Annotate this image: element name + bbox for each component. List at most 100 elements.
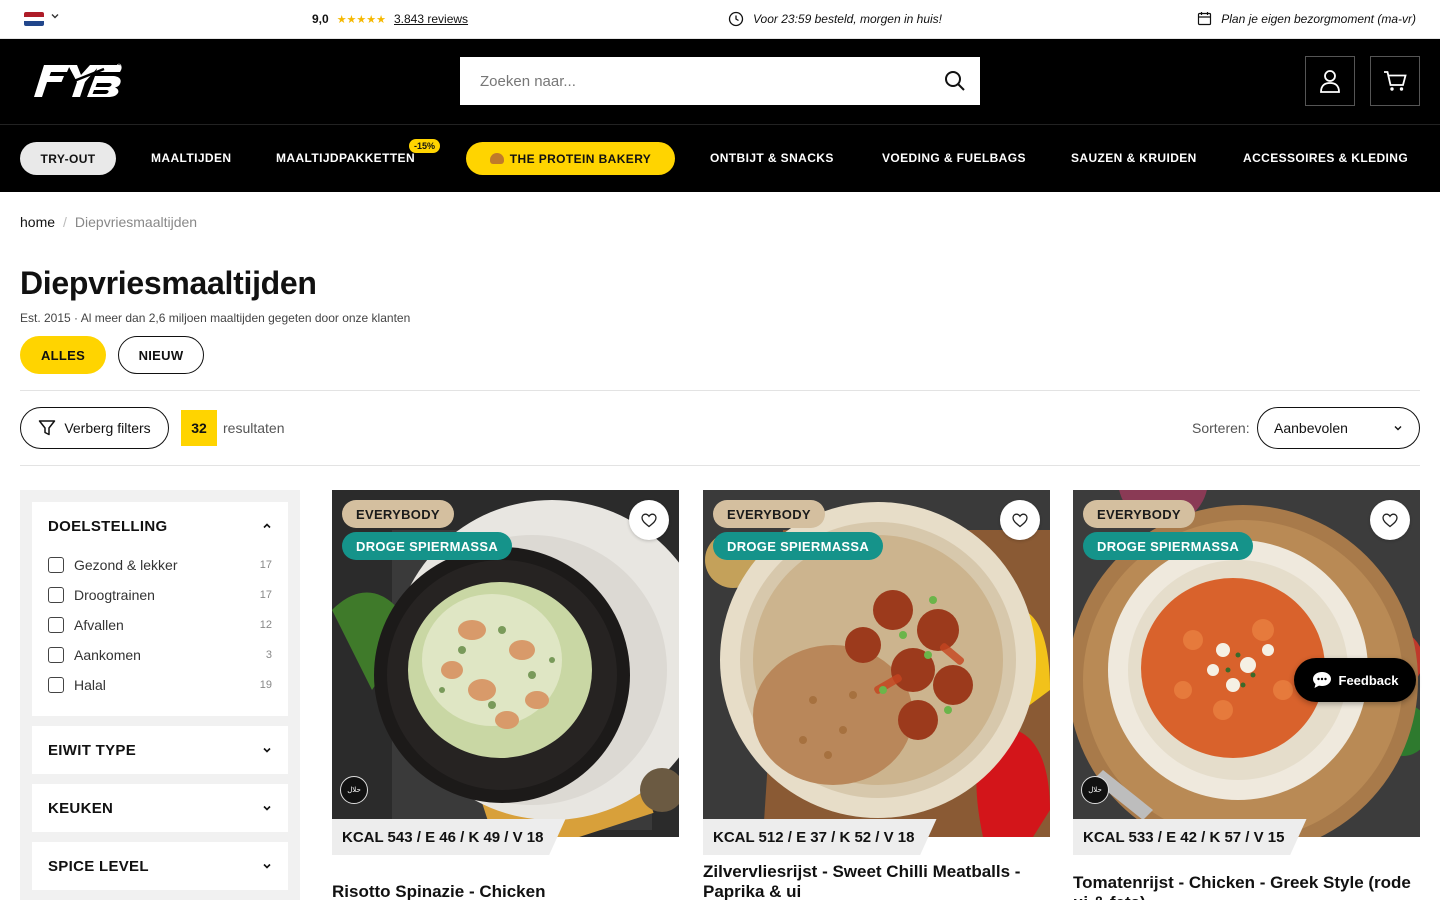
- checkbox[interactable]: [48, 557, 64, 573]
- rating-stars: ★★★★★: [336, 13, 386, 26]
- filter-sidebar: DOELSTELLING Gezond & lekker 17 Droogtra…: [20, 490, 300, 900]
- filter-title: SPICE LEVEL: [48, 857, 149, 875]
- filter-option-gezond[interactable]: Gezond & lekker 17: [48, 550, 272, 580]
- chat-icon: [1312, 672, 1331, 688]
- product-title[interactable]: Risotto Spinazie - Chicken: [332, 882, 679, 900]
- delivery-notice: Voor 23:59 besteld, morgen in huis!: [728, 11, 942, 27]
- result-count: 32: [181, 410, 217, 446]
- filter-option-count: 17: [259, 589, 272, 601]
- nav-protein-bakery-label: THE PROTEIN BAKERY: [509, 151, 652, 166]
- product-card[interactable]: EVERYBODY DROGE SPIERMASSA حلال KCAL 543…: [332, 490, 679, 900]
- breadcrumb-separator: /: [63, 214, 67, 230]
- result-label: resultaten: [223, 420, 285, 436]
- hide-filters-label: Verberg filters: [64, 420, 151, 436]
- bread-icon: [489, 153, 504, 164]
- top-info-bar: 9,0 ★★★★★ 3.843 reviews Voor 23:59 beste…: [0, 0, 1440, 39]
- tag-everybody: EVERYBODY: [1083, 500, 1195, 528]
- filter-panel-doelstelling: DOELSTELLING Gezond & lekker 17 Droogtra…: [32, 502, 288, 716]
- divider: [20, 390, 1420, 391]
- plan-delivery[interactable]: Plan je eigen bezorgmoment (ma-vr): [1197, 11, 1416, 26]
- breadcrumb-current: Diepvriesmaaltijden: [74, 214, 198, 230]
- heart-icon: [1382, 513, 1398, 527]
- filter-option-count: 17: [259, 559, 272, 571]
- filter-option-label: Aankomen: [74, 647, 141, 663]
- filter-option-count: 12: [259, 619, 272, 631]
- product-image[interactable]: EVERYBODY DROGE SPIERMASSA حلال: [332, 490, 679, 837]
- breadcrumb-home[interactable]: home: [20, 214, 55, 230]
- rating: 9,0 ★★★★★ 3.843 reviews: [312, 12, 468, 26]
- calendar-icon: [1198, 12, 1212, 26]
- chevron-down-icon: [263, 863, 271, 869]
- feedback-button[interactable]: Feedback: [1294, 658, 1416, 702]
- product-title[interactable]: Tomatenrijst - Chicken - Greek Style (ro…: [1073, 873, 1420, 900]
- nav-accessoires-kleding[interactable]: ACCESSOIRES & KLEDING: [1243, 151, 1408, 165]
- nav-maaltijdpakketten[interactable]: MAALTIJDPAKKETTEN: [276, 151, 415, 165]
- filter-panel-spice: SPICE LEVEL: [32, 842, 288, 890]
- search-input[interactable]: [460, 57, 930, 105]
- page-subtitle: Est. 2015 · Al meer dan 2,6 miljoen maal…: [20, 311, 411, 325]
- nav-tryout[interactable]: TRY-OUT: [20, 142, 116, 175]
- chevron-down-icon[interactable]: [50, 11, 60, 21]
- cart-button[interactable]: [1370, 56, 1420, 106]
- discount-badge: -15%: [409, 139, 441, 153]
- clock-icon: [728, 11, 744, 27]
- favorite-button[interactable]: [1370, 500, 1410, 540]
- chip-nieuw[interactable]: NIEUW: [118, 336, 204, 374]
- favorite-button[interactable]: [1000, 500, 1040, 540]
- tag-droge-spiermassa: DROGE SPIERMASSA: [713, 532, 884, 560]
- filter-option-label: Gezond & lekker: [74, 557, 178, 573]
- sort-label: Sorteren:: [1192, 420, 1250, 436]
- chip-alles[interactable]: ALLES: [20, 336, 106, 374]
- checkbox[interactable]: [48, 677, 64, 693]
- nav-ontbijt-snacks[interactable]: ONTBIJT & SNACKS: [710, 151, 834, 165]
- nav-sauzen-kruiden[interactable]: SAUZEN & KRUIDEN: [1071, 151, 1197, 165]
- filter-option-afvallen[interactable]: Afvallen 12: [48, 610, 272, 640]
- checkbox[interactable]: [48, 647, 64, 663]
- delivery-text: Voor 23:59 besteld, morgen in huis!: [753, 12, 943, 26]
- page-title: Diepvriesmaaltijden: [20, 265, 317, 301]
- chevron-down-icon: [263, 805, 271, 811]
- search-bar: [460, 57, 980, 105]
- hide-filters-button[interactable]: Verberg filters: [20, 407, 169, 449]
- account-button[interactable]: [1305, 56, 1355, 106]
- filter-option-halal[interactable]: Halal 19: [48, 670, 272, 700]
- filter-header-keuken[interactable]: KEUKEN: [32, 784, 288, 832]
- search-icon[interactable]: [930, 57, 980, 105]
- checkbox[interactable]: [48, 617, 64, 633]
- product-image[interactable]: EVERYBODY DROGE SPIERMASSA: [703, 490, 1050, 837]
- filter-panel-keuken: KEUKEN: [32, 784, 288, 832]
- product-title[interactable]: Zilvervliesrijst - Sweet Chilli Meatball…: [703, 862, 1050, 900]
- checkbox[interactable]: [48, 587, 64, 603]
- user-icon: [1320, 70, 1340, 93]
- filter-option-droogtrainen[interactable]: Droogtrainen 17: [48, 580, 272, 610]
- sort-select[interactable]: Aanbevolen: [1257, 407, 1420, 449]
- nl-flag-icon[interactable]: [24, 12, 44, 26]
- filter-option-label: Halal: [74, 677, 106, 693]
- filter-icon: [39, 420, 56, 436]
- chevron-down-icon: [263, 747, 271, 753]
- nav-voeding-fuelbags[interactable]: VOEDING & FUELBAGS: [882, 151, 1026, 165]
- rating-score: 9,0: [312, 12, 329, 26]
- heart-icon: [1012, 513, 1028, 527]
- filter-option-aankomen[interactable]: Aankomen 3: [48, 640, 272, 670]
- macro-info: KCAL 533 / E 42 / K 57 / V 15: [1073, 819, 1307, 855]
- nav-maaltijden[interactable]: MAALTIJDEN: [151, 151, 231, 165]
- main-nav: TRY-OUT MAALTIJDEN MAALTIJDPAKKETTEN -15…: [0, 124, 1440, 192]
- heart-icon: [641, 513, 657, 527]
- filter-header-doelstelling[interactable]: DOELSTELLING: [32, 502, 288, 550]
- tag-everybody: EVERYBODY: [713, 500, 825, 528]
- macro-info: KCAL 512 / E 37 / K 52 / V 18: [703, 819, 937, 855]
- fyb-logo[interactable]: [34, 63, 122, 99]
- filter-header-eiwit[interactable]: EIWIT TYPE: [32, 726, 288, 774]
- filter-option-label: Droogtrainen: [74, 587, 155, 603]
- filter-option-count: 3: [265, 649, 272, 661]
- nav-protein-bakery[interactable]: THE PROTEIN BAKERY: [466, 142, 675, 175]
- feedback-label: Feedback: [1338, 672, 1399, 688]
- tag-droge-spiermassa: DROGE SPIERMASSA: [1083, 532, 1254, 560]
- favorite-button[interactable]: [629, 500, 669, 540]
- product-card[interactable]: EVERYBODY DROGE SPIERMASSA KCAL 512 / E …: [703, 490, 1050, 900]
- reviews-link[interactable]: 3.843 reviews: [394, 12, 468, 26]
- filter-header-spice[interactable]: SPICE LEVEL: [32, 842, 288, 890]
- cart-icon: [1384, 71, 1407, 91]
- filter-option-label: Afvallen: [74, 617, 124, 633]
